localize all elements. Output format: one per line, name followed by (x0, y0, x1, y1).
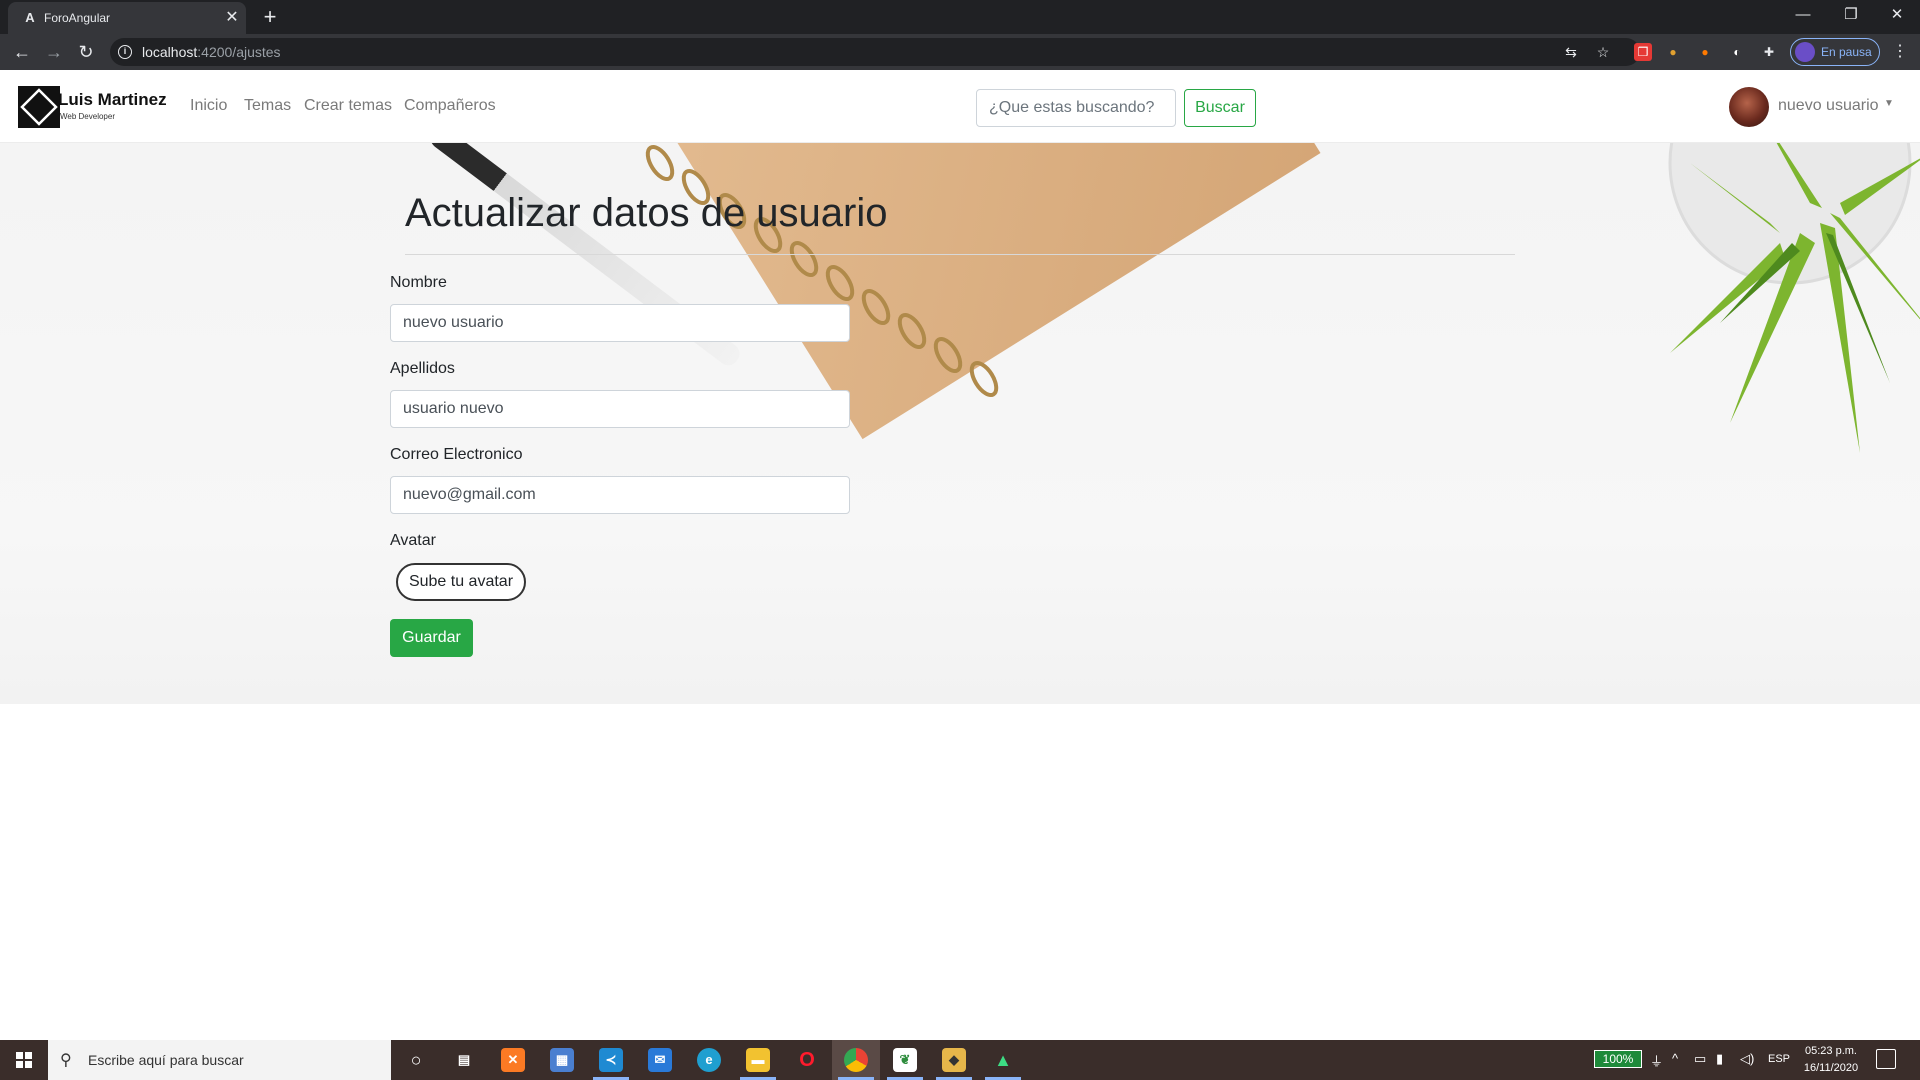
save-button[interactable]: Guardar (390, 619, 473, 657)
bookmark-star-icon[interactable]: ☆ (1594, 43, 1612, 61)
page-title: Actualizar datos de usuario (405, 191, 888, 235)
profile-status: En pausa (1821, 45, 1872, 59)
avatar-label: Avatar (390, 532, 436, 549)
extensions-puzzle-icon[interactable]: ✚ (1760, 43, 1778, 61)
site-info-icon[interactable]: i (118, 45, 132, 59)
git-app-icon[interactable]: ◆ (930, 1040, 978, 1080)
volume-icon[interactable]: ◁) (1740, 1051, 1754, 1067)
file-explorer-icon[interactable]: ▬ (734, 1040, 782, 1080)
close-window-icon[interactable]: ✕ (1874, 0, 1920, 30)
clock[interactable]: 05:23 p.m. 16/11/2020 (1800, 1043, 1862, 1077)
back-arrow-icon[interactable]: ← (10, 40, 34, 64)
close-tab-icon[interactable]: ✕ (222, 8, 242, 28)
language-indicator[interactable]: ESP (1768, 1053, 1790, 1065)
edge-app-icon[interactable]: e (685, 1040, 733, 1080)
forward-arrow-icon[interactable]: → (42, 40, 66, 64)
xampp-app-icon[interactable]: ✕ (489, 1040, 537, 1080)
search-button[interactable]: Buscar (1184, 89, 1256, 127)
profile-avatar-icon (1795, 42, 1815, 62)
nombre-label: Nombre (390, 274, 447, 291)
task-view-button[interactable]: ▤ (440, 1040, 488, 1080)
nav-inicio[interactable]: Inicio (190, 97, 227, 115)
android-studio-icon[interactable]: ▲ (979, 1040, 1027, 1080)
taskbar-search-placeholder: Escribe aquí para buscar (88, 1052, 244, 1068)
minimize-icon[interactable]: — (1780, 0, 1826, 30)
vscode-app-icon[interactable]: ≺ (587, 1040, 635, 1080)
cortana-button[interactable]: ○ (392, 1040, 440, 1080)
store-app-icon[interactable]: ▦ (538, 1040, 586, 1080)
user-avatar[interactable] (1729, 87, 1769, 127)
settings-hero: Actualizar datos de usuario Nombre nuevo… (0, 143, 1920, 704)
apellidos-label: Apellidos (390, 360, 455, 377)
pocket-extension-icon[interactable]: ❒ (1634, 43, 1652, 61)
translate-icon[interactable]: ⇆ (1562, 43, 1580, 61)
windows-taskbar: ⚲ Escribe aquí para buscar ○ ▤ ✕ ▦ ≺ ✉ e… (0, 1040, 1920, 1080)
chevron-up-icon[interactable]: ^ (1672, 1051, 1678, 1066)
chrome-menu-icon[interactable]: ⋮ (1888, 40, 1912, 64)
brand-logo-link[interactable]: Luis Martinez Web Developer (18, 86, 168, 128)
new-tab-button[interactable]: + (258, 5, 282, 29)
mongodb-app-icon[interactable]: ❦ (881, 1040, 929, 1080)
plant-decoration (1668, 143, 1920, 453)
title-divider (405, 254, 1515, 255)
correo-field[interactable]: nuevo@gmail.com (390, 476, 850, 514)
brand-name: Luis Martinez (58, 90, 167, 109)
browser-toolbar: ← → ↻ i localhost:4200/ajustes ⇆ ☆ ❒ ● ●… (0, 34, 1920, 70)
start-button[interactable] (0, 1040, 48, 1080)
restore-icon[interactable]: ❐ (1828, 0, 1874, 30)
chrome-app-icon[interactable] (832, 1040, 880, 1080)
chevron-down-icon[interactable]: ▼ (1884, 98, 1894, 109)
notification-icon[interactable] (1876, 1049, 1896, 1069)
nav-companeros[interactable]: Compañeros (404, 97, 496, 115)
battery-indicator[interactable]: 100% (1594, 1050, 1642, 1068)
nav-temas[interactable]: Temas (244, 97, 291, 115)
power-plug-icon[interactable]: ⏚ (1650, 1051, 1663, 1070)
search-input[interactable]: ¿Que estas buscando? (976, 89, 1176, 127)
upload-avatar-button[interactable]: Sube tu avatar (396, 563, 526, 601)
network-icon[interactable]: ▭ (1694, 1051, 1706, 1067)
opera-app-icon[interactable]: O (783, 1040, 831, 1080)
user-menu-toggle[interactable]: nuevo usuario (1778, 97, 1879, 115)
profile-button[interactable]: En pausa (1790, 38, 1880, 66)
apellidos-field[interactable]: usuario nuevo (390, 390, 850, 428)
orange-extension-icon[interactable]: ● (1696, 43, 1714, 61)
search-icon: ⚲ (60, 1052, 72, 1069)
cookie-extension-icon[interactable]: ● (1664, 43, 1682, 61)
battery-icon[interactable]: ▮ (1716, 1051, 1723, 1067)
reload-icon[interactable]: ↻ (74, 40, 98, 64)
dark-mode-extension-icon[interactable]: ◐ (1728, 43, 1746, 61)
taskbar-search-box[interactable]: ⚲ Escribe aquí para buscar (48, 1040, 391, 1080)
browser-tab[interactable]: A ForoAngular ✕ (8, 2, 246, 34)
tab-title: ForoAngular (44, 11, 111, 25)
mail-app-icon[interactable]: ✉ (636, 1040, 684, 1080)
address-bar[interactable]: i localhost:4200/ajustes ⇆ ☆ (110, 38, 1640, 66)
brand-tagline: Web Developer (60, 112, 115, 121)
nav-crear-temas[interactable]: Crear temas (304, 97, 392, 115)
angular-favicon-icon: A (25, 10, 35, 25)
browser-titlebar: A ForoAngular ✕ + — ❐ ✕ (0, 0, 1920, 34)
clock-date: 16/11/2020 (1803, 1062, 1859, 1074)
nombre-field[interactable]: nuevo usuario (390, 304, 850, 342)
windows-logo-icon (16, 1052, 32, 1068)
url-text: localhost:4200/ajustes (142, 44, 281, 60)
site-navbar: Luis Martinez Web Developer Inicio Temas… (0, 70, 1920, 143)
brand-diamond-icon (18, 86, 60, 128)
clock-time: 05:23 p.m. (1805, 1045, 1857, 1057)
correo-label: Correo Electronico (390, 446, 523, 463)
